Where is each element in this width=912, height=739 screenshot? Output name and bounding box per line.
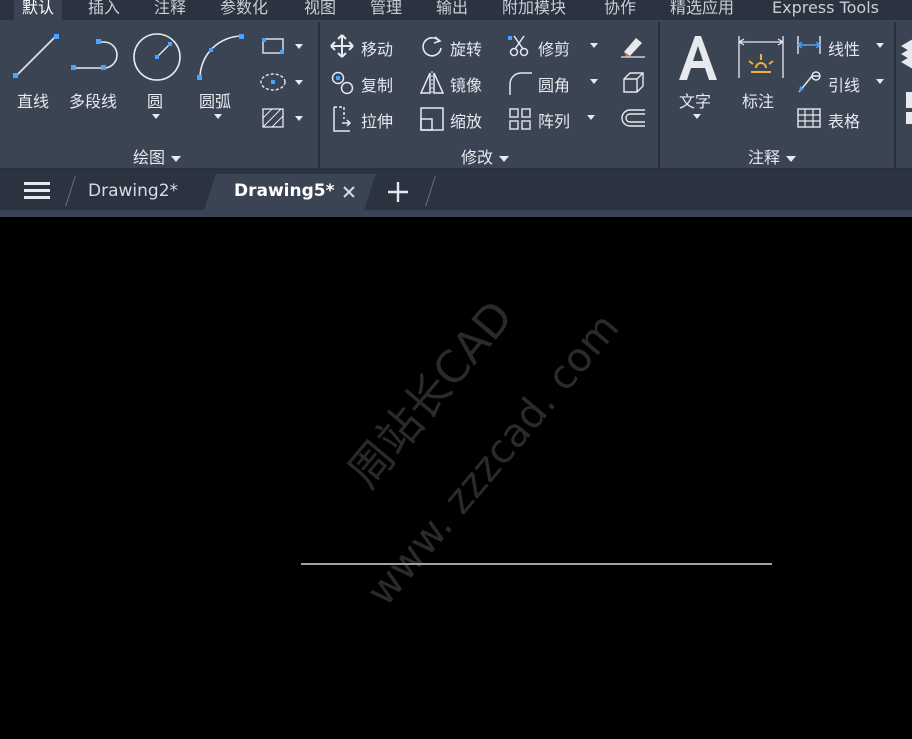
text-icon[interactable] — [676, 34, 720, 82]
copy-icon — [331, 71, 354, 95]
text-button[interactable]: 文字 — [679, 88, 711, 112]
array-dropdown-icon[interactable] — [587, 115, 595, 120]
copy-button[interactable]: 复制 — [361, 72, 393, 96]
tab-drawing2[interactable]: Drawing2* — [88, 181, 178, 201]
table-icon — [797, 108, 821, 128]
move-button[interactable]: 移动 — [361, 36, 393, 60]
rotate-button[interactable]: 旋转 — [450, 36, 482, 60]
annotation-panel-title-text: 注释 — [748, 148, 781, 167]
modify-panel-title-text: 修改 — [461, 148, 494, 167]
tab-collaborate[interactable]: 协作 — [604, 0, 636, 20]
line-icon[interactable] — [12, 32, 60, 80]
text-dropdown-icon[interactable] — [693, 114, 701, 119]
tab-express-tools[interactable]: Express Tools — [772, 0, 879, 20]
tab-manage[interactable]: 管理 — [370, 0, 402, 20]
scale-icon — [420, 107, 444, 131]
tab-annotate[interactable]: 注释 — [154, 0, 186, 20]
panel-divider — [318, 22, 320, 168]
stretch-icon — [333, 106, 352, 132]
arc-icon[interactable] — [196, 32, 246, 82]
tab-insert[interactable]: 插入 — [88, 0, 120, 20]
menu-icon[interactable] — [24, 182, 50, 200]
close-icon[interactable] — [342, 185, 356, 199]
line-button[interactable]: 直线 — [17, 88, 49, 112]
circle-button[interactable]: 圆 — [147, 88, 163, 112]
chevron-down-icon — [786, 155, 797, 162]
circle-icon[interactable] — [132, 32, 182, 82]
offset-icon[interactable] — [620, 108, 646, 128]
array-icon — [509, 108, 531, 130]
array-button[interactable]: 阵列 — [538, 108, 570, 132]
new-tab-plus-icon[interactable] — [386, 180, 410, 204]
rotate-icon — [422, 36, 442, 57]
modify-panel-title[interactable]: 修改 — [461, 144, 510, 168]
draw-panel-title[interactable]: 绘图 — [133, 144, 182, 168]
ribbon-tab-bar: 默认 插入 注释 参数化 视图 管理 输出 附加模块 协作 精选应用 Expre… — [0, 0, 912, 20]
leader-button[interactable]: 引线 — [828, 72, 860, 96]
dimension-button[interactable]: 标注 — [742, 88, 774, 112]
trim-button[interactable]: 修剪 — [538, 36, 570, 60]
fillet-button[interactable]: 圆角 — [538, 72, 570, 96]
rectangle-dropdown-icon[interactable] — [295, 44, 303, 49]
table-button[interactable]: 表格 — [828, 108, 860, 132]
arc-dropdown-icon[interactable] — [214, 114, 222, 119]
polyline-button[interactable]: 多段线 — [69, 88, 117, 112]
dimension-icon[interactable] — [736, 32, 786, 82]
tab-output[interactable]: 输出 — [436, 0, 468, 20]
circle-dropdown-icon[interactable] — [152, 114, 160, 119]
linear-icon — [797, 36, 821, 54]
tab-featured-apps[interactable]: 精选应用 — [670, 0, 734, 20]
ellipse-icon[interactable] — [260, 72, 286, 92]
explode-icon[interactable] — [620, 70, 646, 96]
erase-icon[interactable] — [620, 34, 646, 58]
panel-divider — [658, 22, 660, 168]
document-tab-underline — [0, 210, 912, 217]
hatch-icon[interactable] — [262, 108, 284, 128]
leader-dropdown-icon[interactable] — [876, 79, 884, 84]
trim-dropdown-icon[interactable] — [590, 43, 598, 48]
trim-icon — [508, 35, 529, 57]
tab-default[interactable]: 默认 — [14, 0, 63, 20]
mirror-button[interactable]: 镜像 — [450, 72, 482, 96]
chevron-down-icon — [499, 155, 510, 162]
fillet-icon — [509, 72, 532, 95]
rectangle-icon[interactable] — [262, 38, 284, 54]
linear-dropdown-icon[interactable] — [876, 43, 884, 48]
chevron-down-icon — [171, 155, 182, 162]
panel-divider — [894, 22, 896, 168]
ellipse-dropdown-icon[interactable] — [295, 80, 303, 85]
tab-addins[interactable]: 附加模块 — [502, 0, 566, 20]
tab-parametric[interactable]: 参数化 — [220, 0, 268, 20]
polyline-icon[interactable] — [70, 38, 124, 74]
arc-button[interactable]: 圆弧 — [199, 88, 231, 112]
scale-button[interactable]: 缩放 — [450, 108, 482, 132]
linear-button[interactable]: 线性 — [828, 36, 860, 60]
move-icon — [330, 34, 354, 58]
tab-view[interactable]: 视图 — [304, 0, 336, 20]
hatch-dropdown-icon[interactable] — [295, 116, 303, 121]
tab-drawing5[interactable]: Drawing5* — [234, 181, 335, 201]
draw-panel-title-text: 绘图 — [133, 148, 166, 167]
stretch-button[interactable]: 拉伸 — [361, 108, 393, 132]
annotation-panel-title[interactable]: 注释 — [748, 144, 797, 168]
fillet-dropdown-icon[interactable] — [590, 79, 598, 84]
mirror-icon — [419, 71, 445, 95]
layers-icon[interactable] — [900, 38, 912, 128]
leader-icon — [798, 71, 821, 93]
